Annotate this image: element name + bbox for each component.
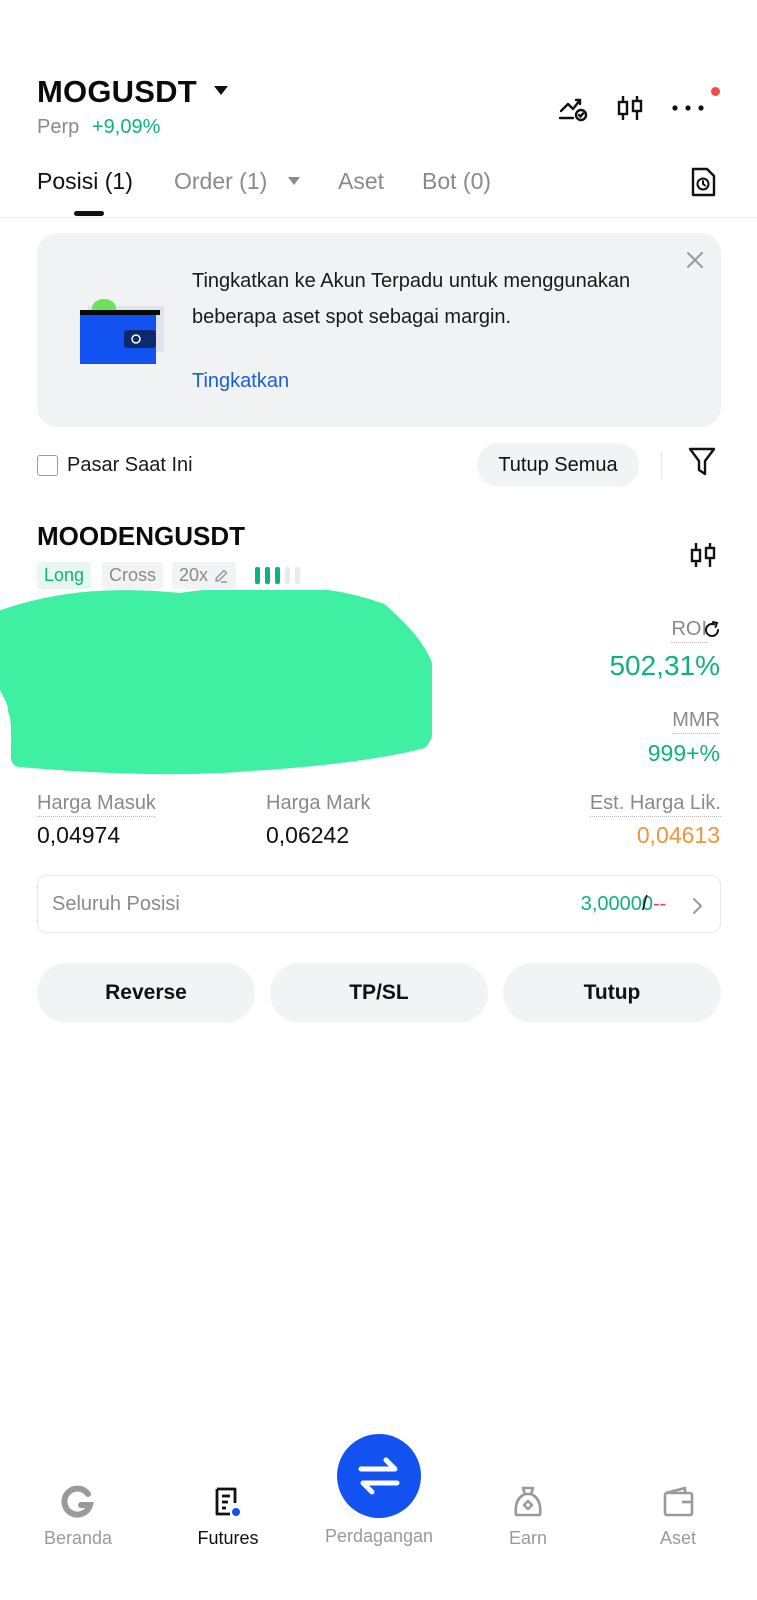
mmr-value: 999+%: [647, 740, 720, 766]
tabs-divider: [0, 217, 757, 218]
margin-mode-badge: Cross: [102, 562, 164, 589]
nav-futures[interactable]: Futures: [168, 1484, 288, 1549]
roi-value: 502,31%: [609, 650, 720, 681]
wallet-icon: [660, 1484, 696, 1520]
tab-orders[interactable]: Order (1): [174, 168, 267, 195]
nav-futures-label: Futures: [197, 1528, 259, 1548]
tab-assets[interactable]: Aset: [338, 168, 384, 195]
price-change-percent: +9,09%: [92, 116, 161, 138]
upgrade-link[interactable]: Tingkatkan: [192, 370, 289, 393]
chevron-right-icon: [690, 897, 704, 915]
nav-trade-label: Perdagangan: [324, 1526, 434, 1546]
home-icon: [60, 1484, 96, 1520]
all-position-secondary: --: [653, 893, 667, 915]
reverse-button[interactable]: Reverse: [37, 963, 255, 1023]
nav-home[interactable]: Beranda: [18, 1484, 138, 1549]
position-symbol[interactable]: MOODENGUSDT: [37, 521, 245, 552]
close-all-button[interactable]: Tutup Semua: [477, 443, 639, 487]
mark-price-label: Harga Mark: [266, 792, 371, 814]
wallet-illustration-icon: [80, 294, 164, 364]
mmr-label[interactable]: MMR: [672, 709, 720, 734]
earn-icon: [510, 1484, 546, 1520]
market-symbol[interactable]: MOGUSDT: [37, 74, 197, 110]
more-icon[interactable]: [670, 90, 706, 126]
history-icon[interactable]: [685, 164, 721, 200]
entry-price-value: 0,04974: [37, 822, 121, 848]
current-market-checkbox[interactable]: [37, 455, 58, 476]
mark-price-value: 0,06242: [266, 822, 350, 848]
liq-price-label[interactable]: Est. Harga Lik.: [589, 792, 721, 817]
entry-price-label[interactable]: Harga Masuk: [37, 792, 156, 817]
nav-home-label: Beranda: [43, 1528, 113, 1548]
filter-divider: [661, 452, 662, 478]
tpsl-button[interactable]: TP/SL: [270, 963, 488, 1023]
swap-icon: [358, 1457, 400, 1495]
candlestick-icon[interactable]: [612, 90, 648, 126]
strategy-icon[interactable]: [556, 90, 592, 126]
banner-message: Tingkatkan ke Akun Terpadu untuk menggun…: [192, 270, 631, 328]
all-position-label: Seluruh Posisi: [52, 893, 180, 915]
nav-assets-label: Aset: [659, 1528, 697, 1548]
liq-price-value: 0,04613: [636, 822, 720, 848]
nav-earn[interactable]: Earn: [468, 1484, 588, 1549]
notification-dot: [711, 87, 720, 96]
refresh-icon[interactable]: [702, 620, 722, 640]
position-chart-icon[interactable]: [688, 540, 718, 570]
leverage-badge[interactable]: 20x: [172, 562, 237, 589]
edit-icon: [215, 568, 228, 583]
all-position-separator: /: [642, 893, 648, 915]
active-tab-indicator: [74, 211, 104, 216]
symbol-dropdown-icon[interactable]: [214, 86, 228, 95]
tab-bots[interactable]: Bot (0): [422, 168, 491, 195]
adl-indicator: [255, 567, 300, 584]
side-badge: Long: [37, 562, 92, 589]
contract-type-label: Perp: [37, 116, 80, 138]
close-icon[interactable]: [685, 250, 707, 272]
close-position-button[interactable]: Tutup: [503, 963, 721, 1023]
futures-icon: [210, 1484, 246, 1520]
nav-earn-label: Earn: [508, 1528, 548, 1548]
filter-icon[interactable]: [688, 446, 718, 480]
redacted-area: [0, 585, 437, 780]
tab-positions[interactable]: Posisi (1): [37, 168, 133, 195]
leverage-value: 20x: [179, 565, 209, 585]
current-market-label: Pasar Saat Ini: [67, 454, 193, 476]
tab-orders-dropdown-icon[interactable]: [288, 177, 300, 185]
nav-assets[interactable]: Aset: [618, 1484, 738, 1549]
trade-button[interactable]: [337, 1434, 421, 1518]
